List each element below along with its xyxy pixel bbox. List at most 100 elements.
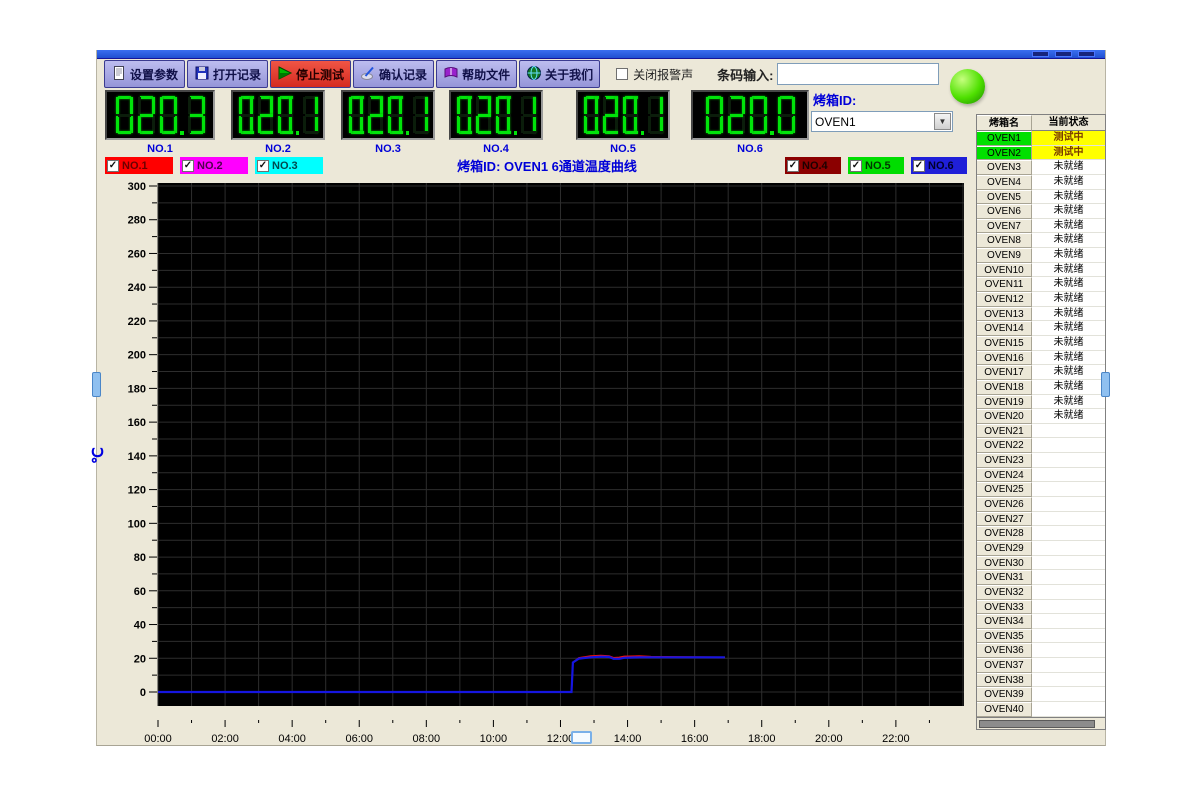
seven-segment-value: [231, 90, 325, 140]
svg-text:300: 300: [128, 181, 146, 193]
table-row-OVEN25[interactable]: OVEN25: [977, 482, 1105, 497]
table-row-OVEN4[interactable]: OVEN4未就绪: [977, 175, 1105, 190]
channel-toggle-NO.1[interactable]: ✓NO.1: [105, 157, 173, 174]
chart-title: 烤箱ID: OVEN1 6通道温度曲线: [337, 156, 757, 175]
oven-id-label: 烤箱ID:: [813, 90, 856, 109]
scrollbar-thumb[interactable]: [979, 720, 1095, 728]
mute-alarm-checkbox[interactable]: 关闭报警声: [616, 66, 693, 83]
table-row-OVEN27[interactable]: OVEN27: [977, 512, 1105, 527]
channel-toggle-NO.4[interactable]: ✓NO.4: [785, 157, 841, 174]
table-row-OVEN12[interactable]: OVEN12未就绪: [977, 292, 1105, 307]
minimize-button-icon[interactable]: [1032, 51, 1049, 57]
table-row-OVEN17[interactable]: OVEN17未就绪: [977, 365, 1105, 380]
close-button-icon[interactable]: [1078, 51, 1095, 57]
svg-text:140: 140: [128, 451, 146, 463]
svg-text:100: 100: [128, 518, 146, 530]
table-row-OVEN21[interactable]: OVEN21: [977, 424, 1105, 439]
toolbar-button-打开记录[interactable]: 打开记录: [187, 60, 268, 88]
table-row-OVEN16[interactable]: OVEN16未就绪: [977, 351, 1105, 366]
svg-text:06:00: 06:00: [345, 733, 373, 745]
table-row-OVEN37[interactable]: OVEN37: [977, 658, 1105, 673]
status-light-green: [950, 69, 985, 104]
channel-toggle-NO.3[interactable]: ✓NO.3: [255, 157, 323, 174]
svg-text:04:00: 04:00: [278, 733, 306, 745]
led-display-NO.3: NO.3: [341, 90, 435, 155]
toolbar-button-设置参数[interactable]: 设置参数: [104, 60, 185, 88]
settings-doc-icon: [111, 65, 130, 84]
checkbox-checked-icon: ✓: [107, 160, 119, 172]
svg-text:20:00: 20:00: [815, 733, 843, 745]
toolbar-button-确认记录[interactable]: 确认记录: [353, 60, 434, 88]
table-row-OVEN35[interactable]: OVEN35: [977, 629, 1105, 644]
table-row-OVEN20[interactable]: OVEN20未就绪: [977, 409, 1105, 424]
table-row-OVEN5[interactable]: OVEN5未就绪: [977, 190, 1105, 205]
svg-text:60: 60: [134, 586, 146, 598]
y-axis-unit-label: ℃: [89, 440, 129, 464]
table-row-OVEN36[interactable]: OVEN36: [977, 643, 1105, 658]
toolbar-button-帮助文件[interactable]: 帮助文件: [436, 60, 517, 88]
table-row-OVEN30[interactable]: OVEN30: [977, 556, 1105, 571]
app-window: 设置参数打开记录停止测试确认记录帮助文件关于我们 关闭报警声 条码输入: NO.…: [96, 50, 1106, 746]
seven-segment-value: [341, 90, 435, 140]
table-row-OVEN26[interactable]: OVEN26: [977, 497, 1105, 512]
table-row-OVEN15[interactable]: OVEN15未就绪: [977, 336, 1105, 351]
led-display-NO.1: NO.1: [105, 90, 215, 155]
led-display-NO.2: NO.2: [231, 90, 325, 155]
right-edge-handle: [1101, 372, 1110, 397]
checkbox-checked-icon: ✓: [787, 160, 799, 172]
table-row-OVEN39[interactable]: OVEN39: [977, 687, 1105, 702]
svg-text:220: 220: [128, 316, 146, 328]
svg-text:240: 240: [128, 282, 146, 294]
svg-text:16:00: 16:00: [681, 733, 709, 745]
table-row-OVEN34[interactable]: OVEN34: [977, 614, 1105, 629]
table-row-OVEN24[interactable]: OVEN24: [977, 468, 1105, 483]
led-channel-label: NO.1: [105, 143, 215, 155]
table-row-OVEN40[interactable]: OVEN40: [977, 702, 1105, 717]
toolbar-button-停止测试[interactable]: 停止测试: [270, 60, 351, 88]
table-row-OVEN7[interactable]: OVEN7未就绪: [977, 219, 1105, 234]
toolbar-buttons: 设置参数打开记录停止测试确认记录帮助文件关于我们: [104, 60, 602, 88]
table-row-OVEN2[interactable]: OVEN2测试中: [977, 146, 1105, 161]
led-channel-label: NO.4: [449, 143, 543, 155]
table-row-OVEN1[interactable]: OVEN1测试中: [977, 131, 1105, 146]
toolbar-button-关于我们[interactable]: 关于我们: [519, 60, 600, 88]
oven-id-select[interactable]: OVEN1 ▼: [811, 111, 953, 132]
seven-segment-value: [105, 90, 215, 140]
table-row-OVEN6[interactable]: OVEN6未就绪: [977, 204, 1105, 219]
svg-text:20: 20: [134, 653, 146, 665]
checkbox-checked-icon: ✓: [850, 160, 862, 172]
svg-text:200: 200: [128, 350, 146, 362]
table-row-OVEN29[interactable]: OVEN29: [977, 541, 1105, 556]
table-row-OVEN33[interactable]: OVEN33: [977, 600, 1105, 615]
table-row-OVEN11[interactable]: OVEN11未就绪: [977, 277, 1105, 292]
horizontal-scrollbar[interactable]: [977, 717, 1105, 729]
led-channel-label: NO.3: [341, 143, 435, 155]
svg-text:22:00: 22:00: [882, 733, 910, 745]
table-row-OVEN22[interactable]: OVEN22: [977, 438, 1105, 453]
table-row-OVEN13[interactable]: OVEN13未就绪: [977, 307, 1105, 322]
table-row-OVEN14[interactable]: OVEN14未就绪: [977, 321, 1105, 336]
channel-toggle-NO.2[interactable]: ✓NO.2: [180, 157, 248, 174]
table-row-OVEN18[interactable]: OVEN18未就绪: [977, 380, 1105, 395]
led-display-NO.4: NO.4: [449, 90, 543, 155]
maximize-button-icon[interactable]: [1055, 51, 1072, 57]
chevron-down-icon[interactable]: ▼: [934, 113, 951, 130]
seven-segment-value: [691, 90, 809, 140]
table-row-OVEN38[interactable]: OVEN38: [977, 673, 1105, 688]
table-row-OVEN23[interactable]: OVEN23: [977, 453, 1105, 468]
oven-status-table: 烤箱名当前状态OVEN1测试中OVEN2测试中OVEN3未就绪OVEN4未就绪O…: [976, 114, 1106, 730]
svg-text:14:00: 14:00: [614, 733, 642, 745]
table-row-OVEN31[interactable]: OVEN31: [977, 570, 1105, 585]
table-row-OVEN3[interactable]: OVEN3未就绪: [977, 160, 1105, 175]
channel-toggle-NO.6[interactable]: ✓NO.6: [911, 157, 967, 174]
table-row-OVEN9[interactable]: OVEN9未就绪: [977, 248, 1105, 263]
table-row-OVEN32[interactable]: OVEN32: [977, 585, 1105, 600]
left-edge-handle: [92, 372, 101, 397]
table-row-OVEN19[interactable]: OVEN19未就绪: [977, 395, 1105, 410]
table-row-OVEN8[interactable]: OVEN8未就绪: [977, 233, 1105, 248]
channel-toggle-NO.5[interactable]: ✓NO.5: [848, 157, 904, 174]
table-row-OVEN28[interactable]: OVEN28: [977, 526, 1105, 541]
channel-toggles-left: ✓NO.1 ✓NO.2 ✓NO.3: [105, 157, 330, 174]
table-row-OVEN10[interactable]: OVEN10未就绪: [977, 263, 1105, 278]
barcode-input[interactable]: [777, 63, 939, 85]
